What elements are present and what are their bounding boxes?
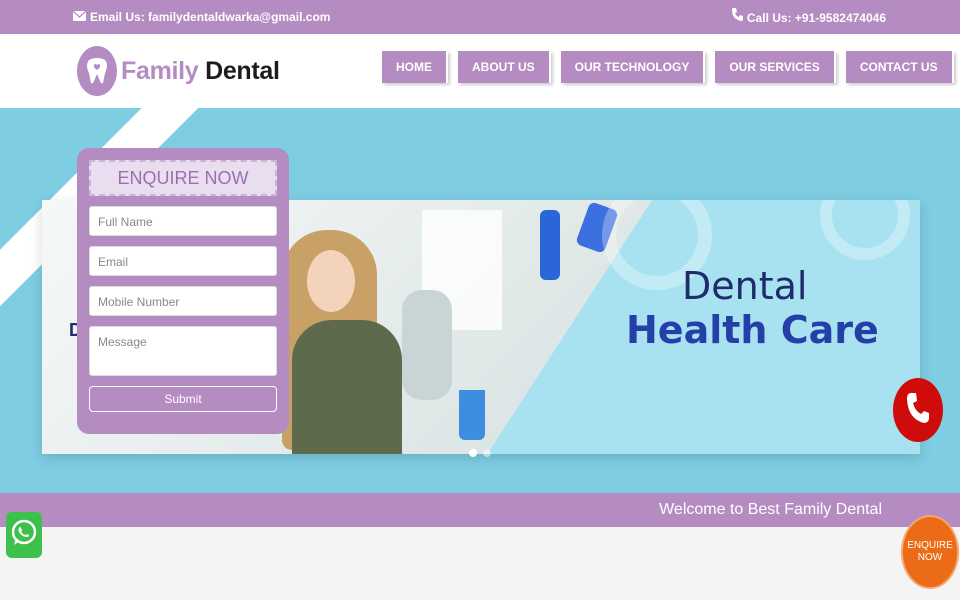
welcome-bar: Welcome to Best Family Dental — [0, 493, 960, 527]
site-header: Family Dental HOME ABOUT US OUR TECHNOLO… — [0, 34, 960, 108]
banner-heading-line2: Health Care — [626, 308, 879, 352]
nav-contact-us[interactable]: CONTACT US — [845, 51, 954, 83]
top-contact-bar: Email Us: familydentaldwarka@gmail.com C… — [0, 0, 960, 34]
nav-about-us[interactable]: ABOUT US — [458, 51, 551, 83]
dental-instrument — [540, 210, 560, 280]
brand-word-dental: Dental — [205, 56, 280, 85]
mobile-number-input[interactable]: Mobile Number — [89, 286, 277, 316]
banner-heading-line1: Dental — [682, 264, 808, 308]
enquire-float-line2: NOW — [917, 552, 943, 563]
brand-name: Family Dental — [121, 57, 280, 86]
enquiry-form: ENQUIRE NOW Full Name Email Mobile Numbe… — [77, 148, 289, 434]
brand-word-family: Family — [121, 56, 199, 85]
phone-text: Call Us: +91-9582474046 — [746, 11, 886, 25]
enquire-now-floating-button[interactable]: ENQUIRE NOW — [901, 515, 959, 589]
rinse-cup — [459, 390, 485, 440]
submit-button[interactable]: Submit — [89, 386, 277, 412]
phone-contact[interactable]: Call Us: +91-9582474046 — [731, 6, 886, 25]
phone-icon — [731, 7, 744, 25]
slider-dot-1[interactable] — [469, 449, 477, 457]
patient-face — [307, 250, 355, 312]
decorative-circle-2 — [820, 200, 910, 260]
enquiry-title: ENQUIRE NOW — [89, 160, 277, 196]
dental-chair — [402, 290, 452, 400]
email-input[interactable]: Email — [89, 246, 277, 276]
slider-dots — [469, 449, 491, 457]
tooth-icon — [77, 46, 117, 96]
whatsapp-icon — [10, 519, 38, 552]
nav-our-technology[interactable]: OUR TECHNOLOGY — [560, 51, 706, 83]
email-text: Email Us: familydentaldwarka@gmail.com — [90, 10, 331, 24]
call-button[interactable] — [893, 378, 943, 442]
logo[interactable]: Family Dental — [77, 46, 280, 96]
welcome-text: Welcome to Best Family Dental — [659, 501, 882, 518]
main-nav: HOME ABOUT US OUR TECHNOLOGY OUR SERVICE… — [382, 51, 954, 83]
nav-our-services[interactable]: OUR SERVICES — [715, 51, 836, 83]
email-contact[interactable]: Email Us: familydentaldwarka@gmail.com — [72, 10, 331, 24]
slider-dot-2[interactable] — [483, 449, 491, 457]
envelope-icon — [72, 10, 87, 24]
enquire-float-line1: ENQUIRE — [907, 540, 953, 551]
whatsapp-button[interactable] — [6, 512, 42, 558]
nav-home[interactable]: HOME — [382, 51, 448, 83]
message-textarea[interactable]: Message — [89, 326, 277, 376]
full-name-input[interactable]: Full Name — [89, 206, 277, 236]
patient-shirt — [292, 320, 402, 454]
phone-icon — [905, 391, 931, 430]
